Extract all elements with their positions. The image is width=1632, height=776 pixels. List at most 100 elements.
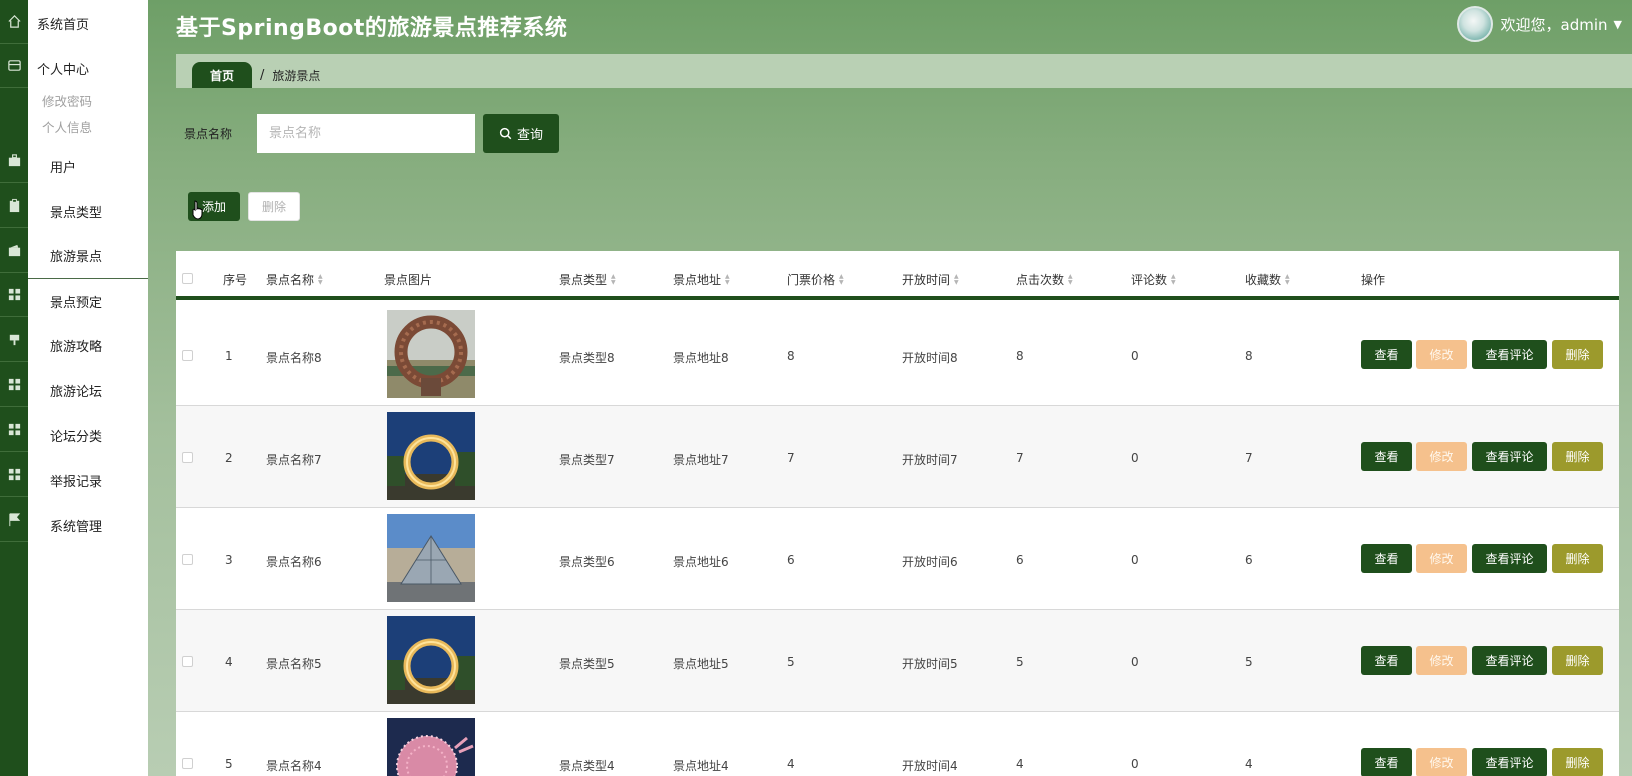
sidebar-item-system[interactable]: 系统管理 xyxy=(28,502,148,548)
breadcrumb-separator: / xyxy=(260,67,265,83)
cell-type: 景点类型4 xyxy=(559,759,615,773)
sort-icon: ▲ ▼ xyxy=(611,272,616,286)
delete-button[interactable]: 删除 xyxy=(1552,442,1603,471)
row-checkbox[interactable] xyxy=(182,758,193,769)
view-comments-button[interactable]: 查看评论 xyxy=(1472,442,1547,471)
sidebar-item-reports[interactable]: 举报记录 xyxy=(28,457,148,503)
app-title: 基于SpringBoot的旅游景点推荐系统 xyxy=(176,16,568,41)
grid-icon[interactable] xyxy=(0,273,28,317)
sidebar-item-label: 旅游景点 xyxy=(50,250,103,265)
search-input[interactable] xyxy=(257,114,475,153)
row-checkbox[interactable] xyxy=(182,554,193,565)
table-row: 4 景点名称5 景点类型5 景点地址5 5 开放时间5 5 0 5 查看 修改 … xyxy=(176,610,1619,712)
sidebar-item-bookings[interactable]: 景点预定 xyxy=(28,278,148,324)
signpost-icon[interactable] xyxy=(0,318,28,362)
view-comments-button[interactable]: 查看评论 xyxy=(1472,748,1547,776)
sidebar-item-guides[interactable]: 旅游攻略 xyxy=(28,322,148,368)
cell-comments: 0 xyxy=(1131,349,1139,363)
sidebar-item-personal[interactable]: 个人中心 xyxy=(28,45,148,91)
sidebar-item-attractions[interactable]: 旅游景点 xyxy=(28,233,148,279)
delete-button[interactable]: 删除 xyxy=(1552,748,1603,776)
briefcase-icon[interactable] xyxy=(0,139,28,183)
sort-icon: ▲ ▼ xyxy=(839,272,844,286)
delete-selected-button[interactable]: 删除 xyxy=(248,192,300,221)
edit-button[interactable]: 修改 xyxy=(1416,646,1467,675)
breadcrumb-home[interactable]: 首页 xyxy=(192,62,252,88)
column-header[interactable]: 景点类型 ▲ ▼ xyxy=(559,271,616,288)
flag-icon[interactable] xyxy=(0,498,28,542)
attraction-image xyxy=(387,310,475,398)
sidebar-item-home[interactable]: 系统首页 xyxy=(28,0,148,46)
grid-icon[interactable] xyxy=(0,408,28,452)
sort-icon: ▲ ▼ xyxy=(1068,272,1073,286)
view-button[interactable]: 查看 xyxy=(1361,544,1412,573)
delete-button[interactable]: 删除 xyxy=(1552,544,1603,573)
row-checkbox[interactable] xyxy=(182,350,193,361)
column-header[interactable]: 门票价格 ▲ ▼ xyxy=(787,271,844,288)
cell-price: 6 xyxy=(787,553,795,567)
grid-icon[interactable] xyxy=(0,453,28,497)
cell-type: 景点类型8 xyxy=(559,351,615,365)
edit-button[interactable]: 修改 xyxy=(1416,442,1467,471)
pointer-cursor-icon xyxy=(192,200,203,220)
wallet-icon[interactable] xyxy=(0,44,28,88)
view-button[interactable]: 查看 xyxy=(1361,646,1412,675)
view-button[interactable]: 查看 xyxy=(1361,748,1412,776)
sidebar-sub-personal-info[interactable]: 个人信息 xyxy=(42,117,92,136)
column-header[interactable]: 评论数 ▲ ▼ xyxy=(1131,271,1176,288)
row-checkbox[interactable] xyxy=(182,656,193,667)
attraction-image xyxy=(387,514,475,602)
avatar[interactable] xyxy=(1456,6,1493,42)
user-menu[interactable]: 欢迎您，admin ▼ xyxy=(1456,6,1622,42)
sidebar-item-users[interactable]: 用户 xyxy=(28,143,148,189)
sidebar-item-label: 旅游论坛 xyxy=(50,384,103,400)
cell-name: 景点名称4 xyxy=(266,759,322,773)
row-checkbox[interactable] xyxy=(182,452,193,463)
column-header[interactable]: 收藏数 ▲ ▼ xyxy=(1245,271,1290,288)
sidebar-item-forum[interactable]: 旅游论坛 xyxy=(28,367,148,413)
column-header[interactable]: 开放时间 ▲ ▼ xyxy=(902,271,959,288)
sidebar-item-label: 个人中心 xyxy=(37,62,90,78)
sidebar-item-label: 举报记录 xyxy=(50,474,103,490)
view-comments-button[interactable]: 查看评论 xyxy=(1472,646,1547,675)
table-header: 序号 景点名称 ▲ ▼ 景点图片 景点类型 ▲ ▼ 景点地址 ▲ ▼ 门票价格 ▲ ▼ 开放时间… xyxy=(176,251,1619,300)
cell-comments: 0 xyxy=(1131,451,1139,465)
view-button[interactable]: 查看 xyxy=(1361,340,1412,369)
view-comments-button[interactable]: 查看评论 xyxy=(1472,340,1547,369)
grid-icon[interactable] xyxy=(0,363,28,407)
search-label: 景点名称 xyxy=(184,127,233,141)
sort-icon: ▲ ▼ xyxy=(954,272,959,286)
cell-address: 景点地址6 xyxy=(673,555,729,569)
clipboard-icon[interactable] xyxy=(0,184,28,228)
query-button-label: 查询 xyxy=(516,128,543,143)
column-header[interactable]: 景点名称 ▲ ▼ xyxy=(266,271,323,288)
column-header[interactable]: 点击次数 ▲ ▼ xyxy=(1016,271,1073,288)
search-icon xyxy=(499,127,512,140)
cell-favorites: 6 xyxy=(1245,553,1253,567)
cell-favorites: 5 xyxy=(1245,655,1253,669)
cell-name: 景点名称5 xyxy=(266,657,322,671)
edit-button[interactable]: 修改 xyxy=(1416,748,1467,776)
home-icon[interactable] xyxy=(0,0,28,44)
cell-price: 4 xyxy=(787,757,795,771)
icon-rail xyxy=(0,0,28,776)
cell-index: 3 xyxy=(225,553,233,567)
sidebar-item-attraction-types[interactable]: 景点类型 xyxy=(28,188,148,234)
sidebar-item-forum-categories[interactable]: 论坛分类 xyxy=(28,412,148,458)
sidebar-sub-change-password[interactable]: 修改密码 xyxy=(42,91,92,110)
edit-button[interactable]: 修改 xyxy=(1416,340,1467,369)
select-all-checkbox[interactable] xyxy=(182,273,193,284)
query-button[interactable]: 查询 xyxy=(483,114,559,153)
view-button[interactable]: 查看 xyxy=(1361,442,1412,471)
view-comments-button[interactable]: 查看评论 xyxy=(1472,544,1547,573)
caret-down-icon[interactable]: ▼ xyxy=(1614,18,1622,31)
sort-icon: ▲ ▼ xyxy=(725,272,730,286)
edit-button[interactable]: 修改 xyxy=(1416,544,1467,573)
cell-name: 景点名称7 xyxy=(266,453,322,467)
delete-button[interactable]: 删除 xyxy=(1552,340,1603,369)
cell-price: 5 xyxy=(787,655,795,669)
cell-favorites: 8 xyxy=(1245,349,1253,363)
wallet-filled-icon[interactable] xyxy=(0,229,28,273)
column-header[interactable]: 景点地址 ▲ ▼ xyxy=(673,271,730,288)
delete-button[interactable]: 删除 xyxy=(1552,646,1603,675)
